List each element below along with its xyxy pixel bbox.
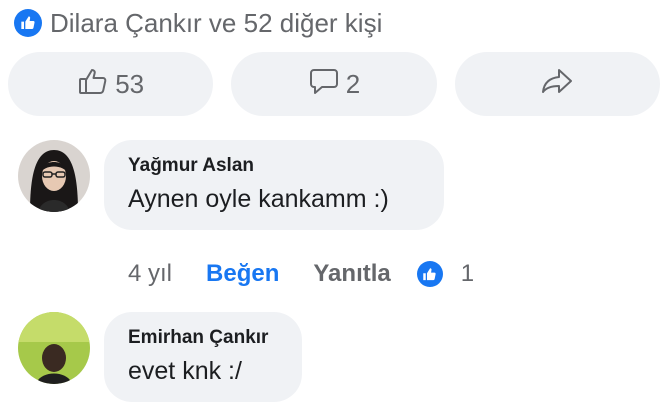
likes-summary-text: Dilara Çankır ve 52 diğer kişi [50,7,383,38]
like-icon [14,9,42,37]
comment-bubble: Emirhan Çankır evet knk :/ [104,312,302,402]
comment-text: Aynen oyle kankamm :) [128,185,389,213]
comment-button[interactable]: 2 [231,52,437,116]
comment-author[interactable]: Yağmur Aslan [128,154,420,178]
speech-bubble-icon [308,66,340,103]
share-button[interactable] [454,52,660,116]
likes-summary[interactable]: Dilara Çankır ve 52 diğer kişi [14,6,382,40]
comment-meta: 4 yıl Beğen Yanıtla 1 [128,256,474,292]
comment: Yağmur Aslan Aynen oyle kankamm :) [18,140,444,230]
comment-bubble: Yağmur Aslan Aynen oyle kankamm :) [104,140,444,230]
comment-time[interactable]: 4 yıl [128,260,172,288]
share-arrow-icon [540,66,574,103]
reaction-count: 1 [460,260,475,287]
post-action-bar: 53 2 [8,52,660,116]
avatar[interactable] [18,312,90,384]
like-reaction-icon[interactable] [416,261,443,287]
comment-text: evet knk :/ [128,357,242,385]
comment-author[interactable]: Emirhan Çankır [128,326,278,350]
comment-count: 2 [345,68,361,99]
comment-like-link[interactable]: Beğen [206,260,279,288]
comment: Emirhan Çankır evet knk :/ [18,312,302,402]
avatar[interactable] [18,140,90,212]
comment-reply-link[interactable]: Yanıtla [313,260,390,288]
like-count: 53 [115,68,145,99]
like-button[interactable]: 53 [8,52,214,116]
thumbs-up-icon [77,66,109,103]
